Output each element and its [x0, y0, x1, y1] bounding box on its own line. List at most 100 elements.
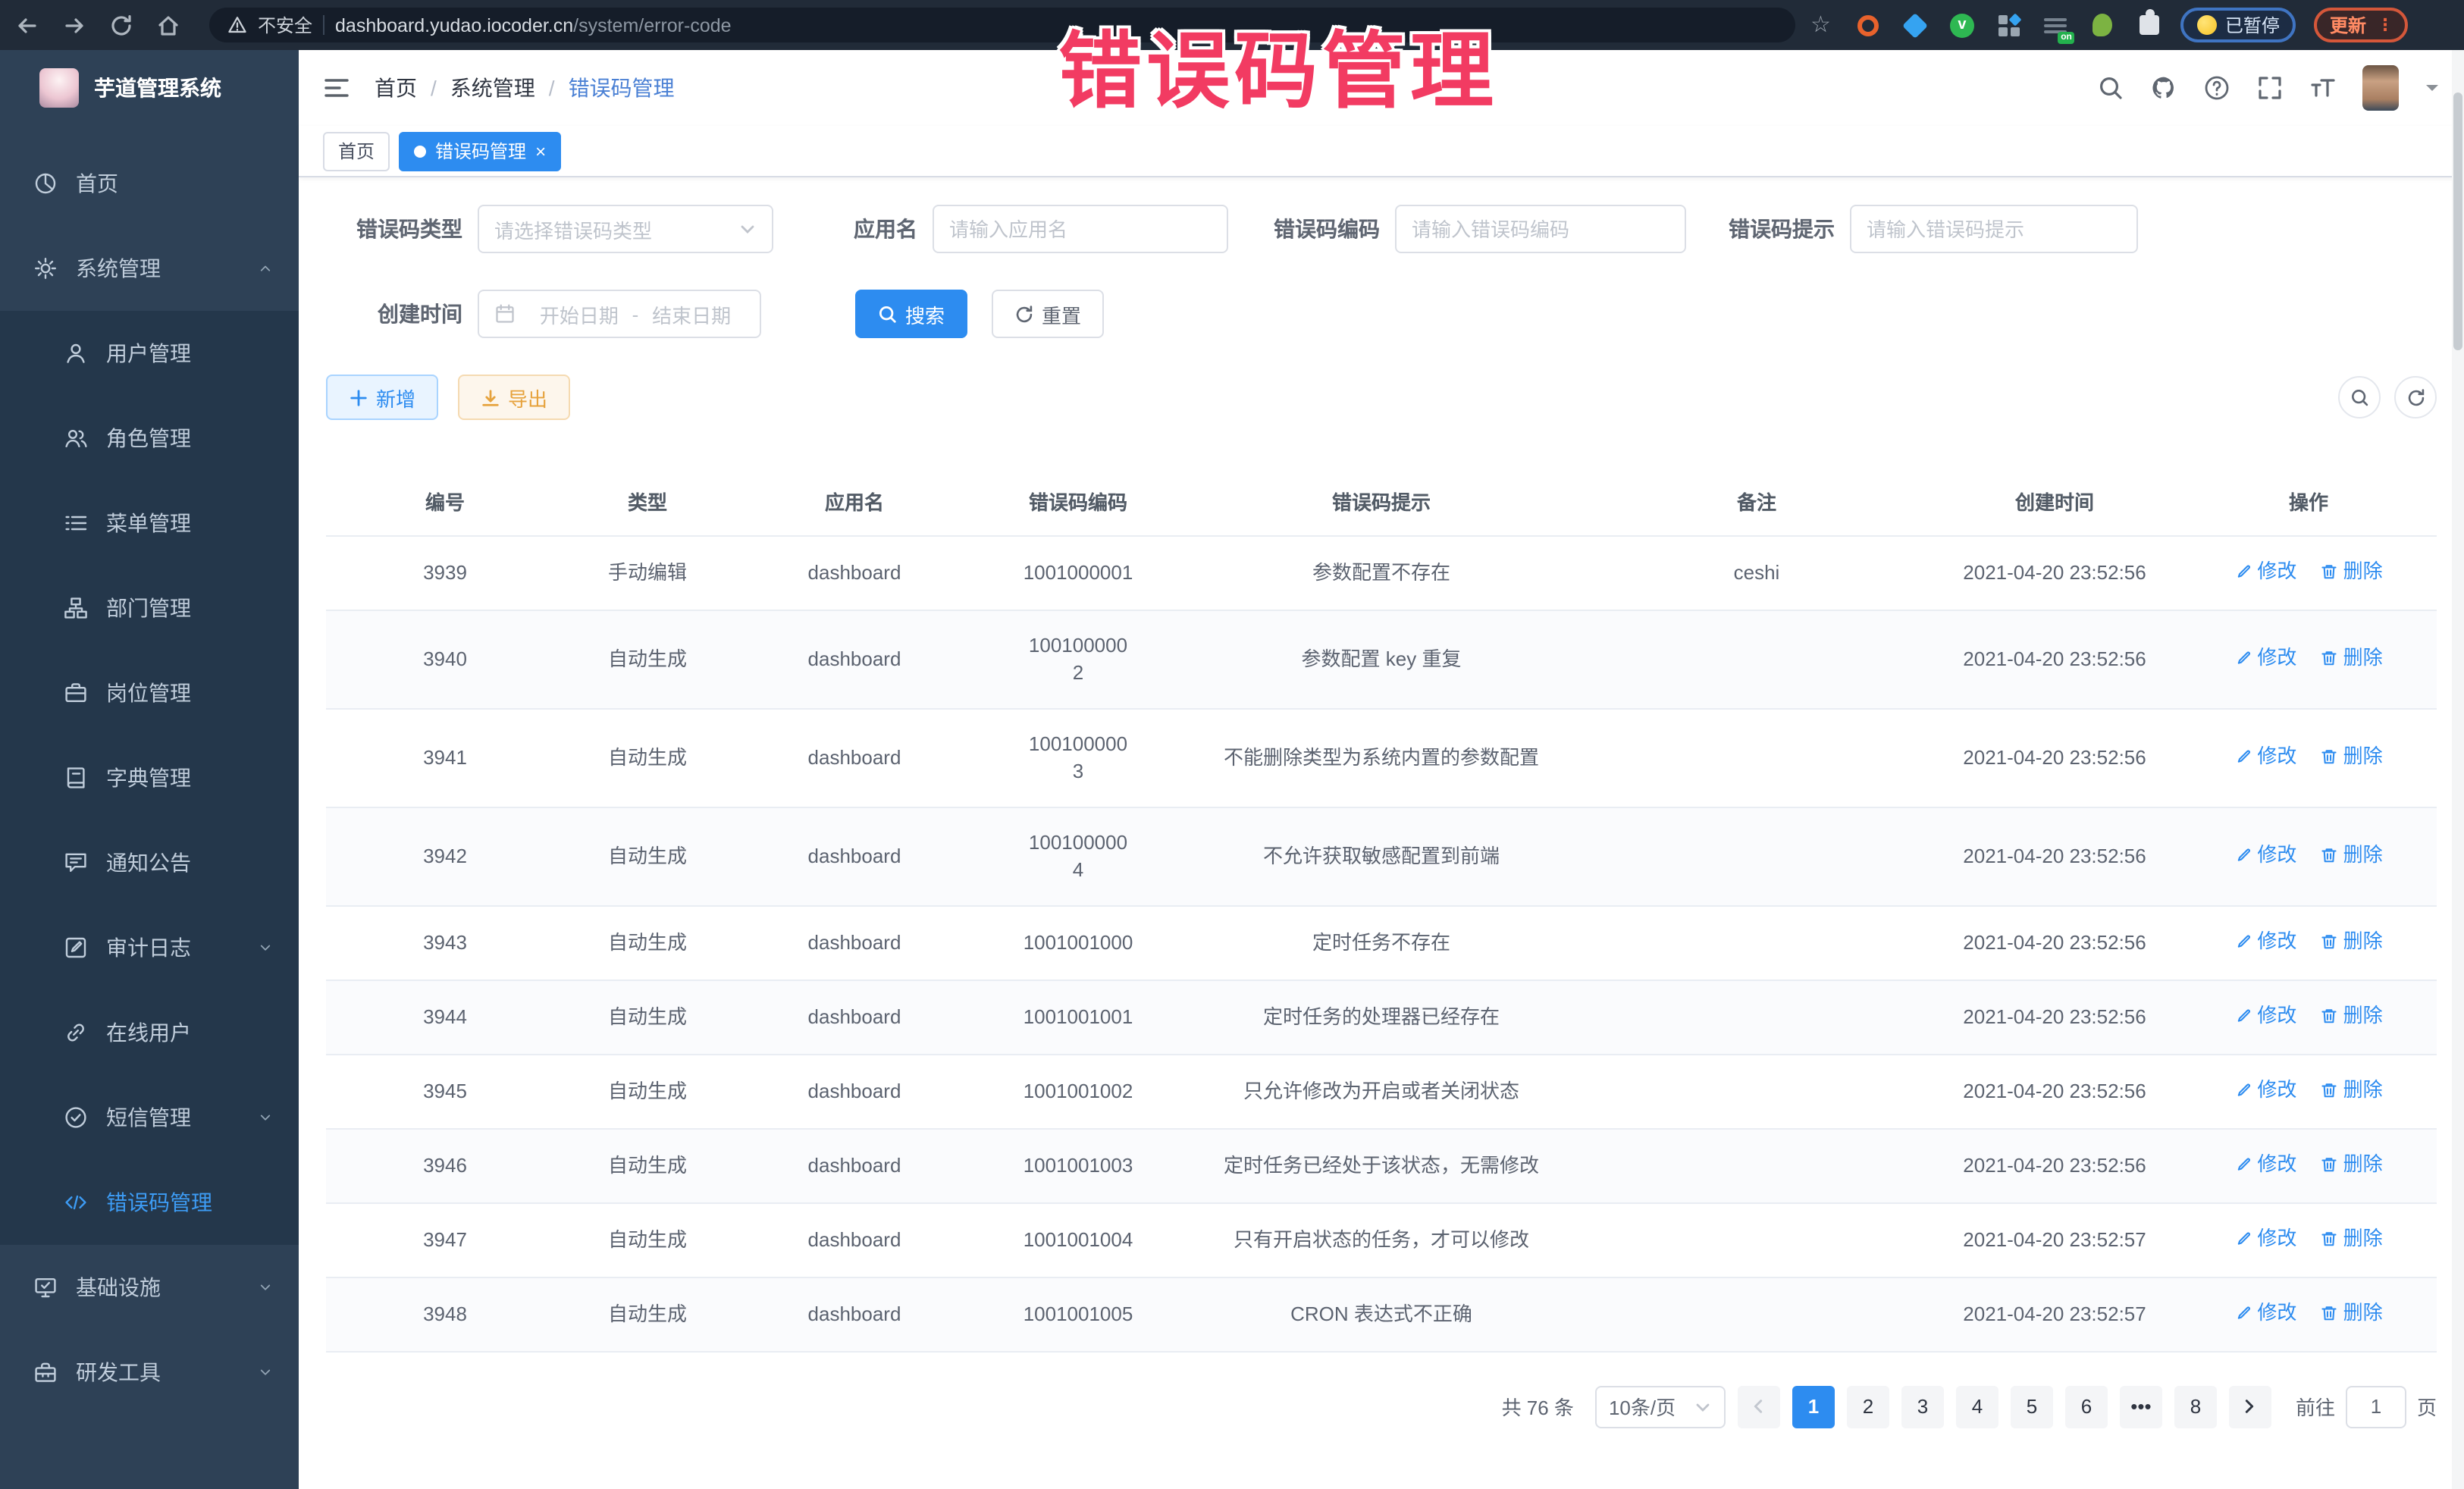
sidebar-item-11[interactable]: 短信管理 — [0, 1075, 299, 1160]
sidebar-item-2[interactable]: 用户管理 — [0, 311, 299, 396]
table-row[interactable]: 3947 自动生成 dashboard 1001001004 只有开启状态的任务… — [326, 1202, 2437, 1277]
error-code-input[interactable] — [1412, 218, 1669, 240]
table-row[interactable]: 3942 自动生成 dashboard 1001000004 不允许获取敏感配置… — [326, 807, 2437, 905]
more-pages-button[interactable]: ••• — [2120, 1385, 2162, 1428]
extension-grid-icon[interactable] — [1996, 12, 2022, 38]
page-button-1[interactable]: 1 — [1792, 1385, 1835, 1428]
table-row[interactable]: 3948 自动生成 dashboard 1001001005 CRON 表达式不… — [326, 1277, 2437, 1351]
page-scrollbar[interactable] — [2452, 50, 2464, 1489]
font-size-icon[interactable] — [2309, 74, 2337, 102]
app-name-input[interactable] — [949, 218, 1212, 240]
page-button-6[interactable]: 6 — [2065, 1385, 2108, 1428]
date-range-picker[interactable]: 开始日期 - 结束日期 — [478, 290, 761, 338]
refresh-table-button[interactable] — [2394, 376, 2437, 418]
sidebar-item-0[interactable]: 首页 — [0, 141, 299, 226]
table-row[interactable]: 3946 自动生成 dashboard 1001001003 定时任务已经处于该… — [326, 1128, 2437, 1202]
browser-menu-icon[interactable]: ⋮ — [2377, 15, 2393, 35]
url-text[interactable]: dashboard.yudao.iocoder.cn/system/error-… — [335, 14, 732, 36]
date-end-placeholder[interactable]: 结束日期 — [638, 299, 745, 328]
sidebar-item-7[interactable]: 字典管理 — [0, 735, 299, 820]
breadcrumb-system[interactable]: 系统管理 — [450, 73, 535, 103]
sidebar-item-14[interactable]: 研发工具 — [0, 1330, 299, 1415]
sidebar-item-5[interactable]: 部门管理 — [0, 566, 299, 650]
sidebar-item-12[interactable]: 错误码管理 — [0, 1160, 299, 1245]
extension-green-check-icon[interactable]: v — [1949, 12, 1975, 38]
edit-link[interactable]: 修改 — [2234, 742, 2296, 770]
delete-link[interactable]: 删除 — [2321, 1076, 2383, 1103]
extensions-puzzle-icon[interactable] — [2137, 12, 2163, 38]
table-row[interactable]: 3943 自动生成 dashboard 1001001000 定时任务不存在 2… — [326, 905, 2437, 980]
extension-gem-icon[interactable] — [1902, 12, 1928, 38]
tab-home[interactable]: 首页 — [323, 131, 390, 171]
edit-link[interactable]: 修改 — [2234, 644, 2296, 671]
extension-ring-icon[interactable] — [1855, 12, 1881, 38]
breadcrumb-home[interactable]: 首页 — [375, 73, 417, 103]
tab-error-code[interactable]: 错误码管理 × — [399, 131, 561, 171]
delete-link[interactable]: 删除 — [2321, 927, 2383, 955]
sidebar-item-6[interactable]: 岗位管理 — [0, 650, 299, 735]
goto-page-input[interactable] — [2346, 1385, 2406, 1428]
fullscreen-icon[interactable] — [2256, 74, 2284, 102]
reset-button[interactable]: 重置 — [992, 290, 1104, 338]
table-row[interactable]: 3940 自动生成 dashboard 1001000002 参数配置 key … — [326, 610, 2437, 708]
app-logo[interactable]: 芋道管理系统 — [0, 50, 299, 126]
delete-link[interactable]: 删除 — [2321, 557, 2383, 585]
browser-home-icon[interactable] — [156, 13, 180, 37]
page-size-select[interactable]: 10条/页 — [1595, 1385, 1726, 1428]
browser-back-icon[interactable] — [15, 13, 39, 37]
sidebar-item-13[interactable]: 基础设施 — [0, 1245, 299, 1330]
delete-link[interactable]: 删除 — [2321, 1150, 2383, 1177]
toggle-search-button[interactable] — [2338, 376, 2381, 418]
export-button[interactable]: 导出 — [458, 375, 570, 420]
table-row[interactable]: 3945 自动生成 dashboard 1001001002 只允许修改为开启或… — [326, 1054, 2437, 1128]
delete-link[interactable]: 删除 — [2321, 644, 2383, 671]
page-button-3[interactable]: 3 — [1901, 1385, 1944, 1428]
scrollbar-thumb[interactable] — [2453, 92, 2462, 350]
date-start-placeholder[interactable]: 开始日期 — [526, 299, 632, 328]
page-button-8[interactable]: 8 — [2174, 1385, 2217, 1428]
page-button-5[interactable]: 5 — [2011, 1385, 2053, 1428]
edit-link[interactable]: 修改 — [2234, 1002, 2296, 1029]
sidebar-item-3[interactable]: 角色管理 — [0, 396, 299, 481]
browser-forward-icon[interactable] — [62, 13, 86, 37]
tab-close-icon[interactable]: × — [535, 142, 546, 160]
add-button[interactable]: 新增 — [326, 375, 438, 420]
search-button[interactable]: 搜索 — [855, 290, 967, 338]
help-icon[interactable] — [2203, 74, 2230, 102]
error-msg-input[interactable] — [1867, 218, 2121, 240]
bookmark-star-icon[interactable]: ☆ — [1810, 14, 1831, 36]
sidebar-item-8[interactable]: 通知公告 — [0, 820, 299, 905]
delete-link[interactable]: 删除 — [2321, 1002, 2383, 1029]
browser-profile-button[interactable]: 已暂停 — [2181, 8, 2296, 42]
edit-link[interactable]: 修改 — [2234, 927, 2296, 955]
page-button-4[interactable]: 4 — [1956, 1385, 1998, 1428]
sidebar-item-1[interactable]: 系统管理 — [0, 226, 299, 311]
table-row[interactable]: 3944 自动生成 dashboard 1001001001 定时任务的处理器已… — [326, 980, 2437, 1054]
edit-link[interactable]: 修改 — [2234, 557, 2296, 585]
delete-link[interactable]: 删除 — [2321, 742, 2383, 770]
edit-link[interactable]: 修改 — [2234, 1076, 2296, 1103]
prev-page-button[interactable] — [1738, 1385, 1780, 1428]
github-icon[interactable] — [2150, 74, 2177, 102]
address-bar[interactable]: 不安全 dashboard.yudao.iocoder.cn/system/er… — [209, 8, 1795, 42]
user-avatar[interactable] — [2362, 65, 2399, 111]
next-page-button[interactable] — [2229, 1385, 2271, 1428]
error-type-select[interactable]: 请选择错误码类型 — [478, 205, 773, 253]
edit-link[interactable]: 修改 — [2234, 1224, 2296, 1252]
table-row[interactable]: 3941 自动生成 dashboard 1001000003 不能删除类型为系统… — [326, 708, 2437, 807]
avatar-caret-icon[interactable] — [2425, 80, 2440, 96]
delete-link[interactable]: 删除 — [2321, 1224, 2383, 1252]
not-secure-label[interactable]: 不安全 — [258, 12, 312, 38]
delete-link[interactable]: 删除 — [2321, 1299, 2383, 1326]
search-icon[interactable] — [2097, 74, 2124, 102]
browser-update-button[interactable]: 更新 ⋮ — [2315, 8, 2409, 42]
sidebar-item-10[interactable]: 在线用户 — [0, 990, 299, 1075]
browser-reload-icon[interactable] — [109, 13, 133, 37]
edit-link[interactable]: 修改 — [2234, 1299, 2296, 1326]
breadcrumb-current[interactable]: 错误码管理 — [569, 73, 675, 103]
extension-tampermonkey-icon[interactable]: on — [2043, 12, 2069, 38]
hamburger-icon[interactable] — [323, 76, 350, 100]
sidebar-item-9[interactable]: 审计日志 — [0, 905, 299, 990]
edit-link[interactable]: 修改 — [2234, 841, 2296, 868]
table-row[interactable]: 3939 手动编辑 dashboard 1001000001 参数配置不存在 c… — [326, 535, 2437, 610]
